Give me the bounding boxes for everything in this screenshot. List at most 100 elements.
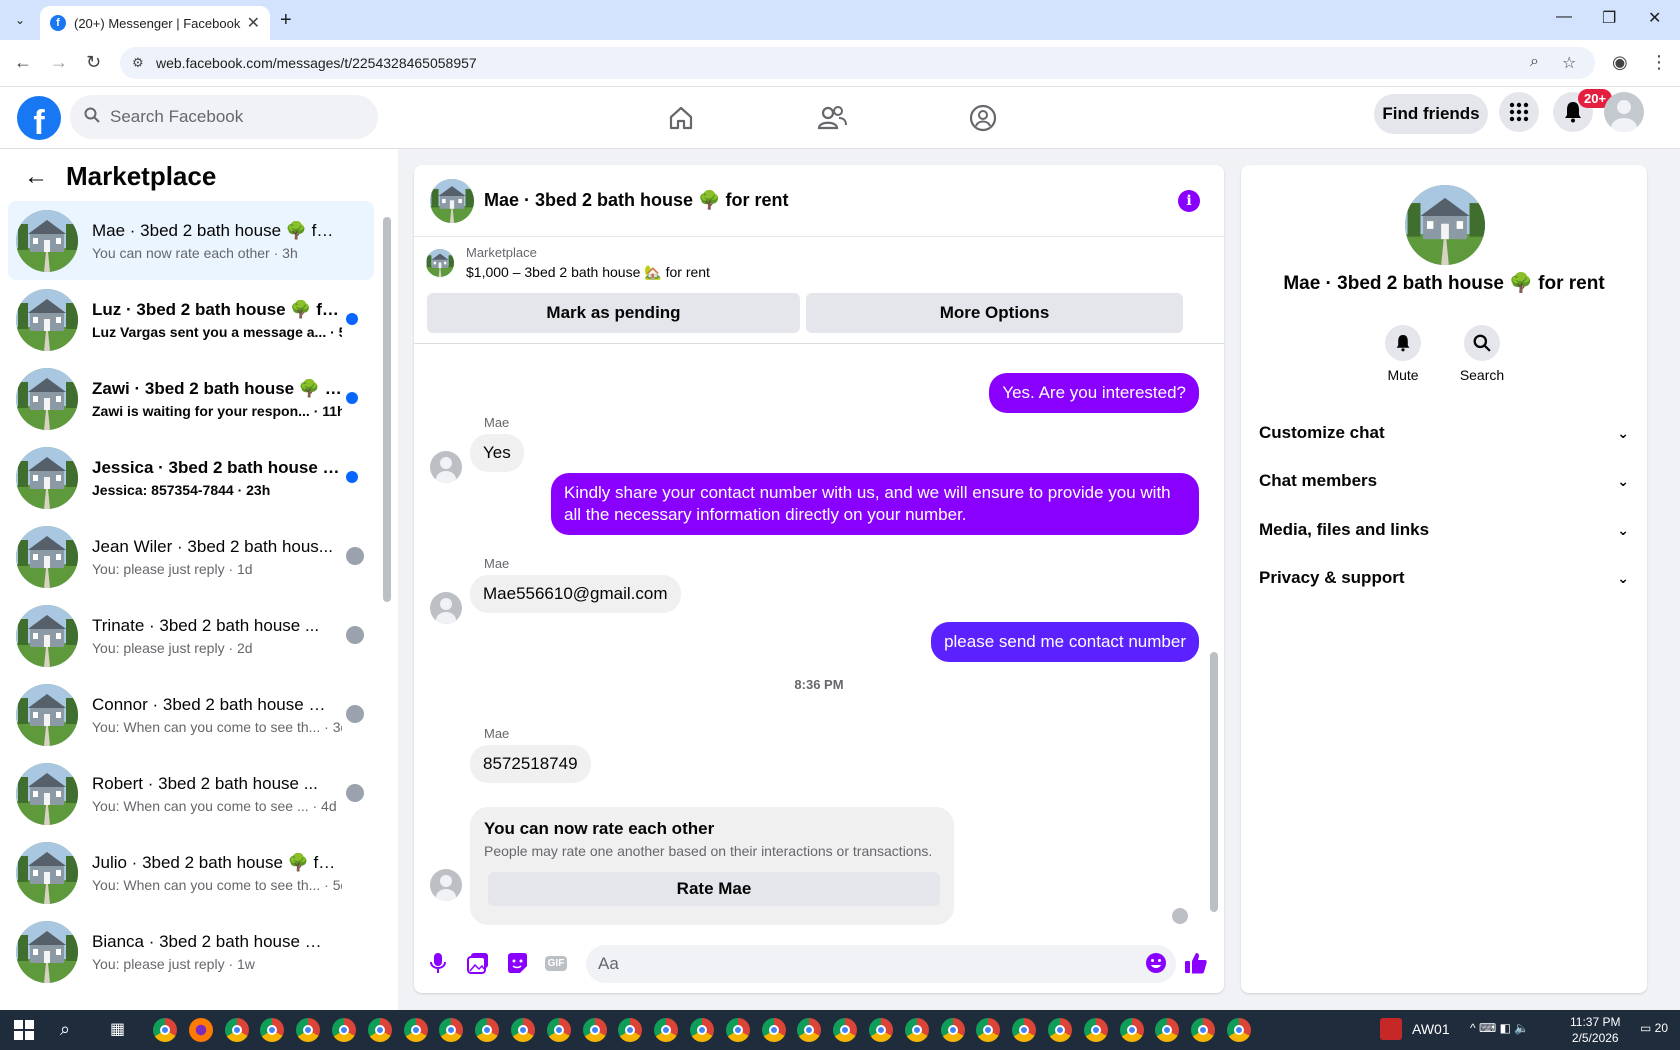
taskbar-chrome-icon[interactable]: [1191, 1018, 1216, 1042]
close-tab-icon[interactable]: ✕: [247, 13, 260, 33]
taskbar-chrome-icon[interactable]: [940, 1018, 965, 1042]
mute-button[interactable]: Mute: [1363, 325, 1443, 383]
account-avatar[interactable]: [1604, 92, 1644, 132]
back-icon[interactable]: ←: [14, 52, 32, 73]
taskbar-chrome-icon[interactable]: [296, 1018, 321, 1042]
menu-kebab-icon[interactable]: ⋮: [1650, 52, 1668, 73]
zoom-icon[interactable]: ⌕: [1530, 53, 1539, 71]
taskbar-chrome-icon[interactable]: [1155, 1018, 1180, 1042]
window-close-icon[interactable]: ✕: [1648, 8, 1661, 28]
find-friends-button[interactable]: Find friends: [1374, 94, 1488, 134]
back-arrow-icon[interactable]: ←: [24, 163, 48, 191]
url-field[interactable]: ⚙ web.facebook.com/messages/t/2254328465…: [120, 47, 1595, 79]
taskbar-chrome-icon[interactable]: [833, 1018, 858, 1042]
mae-avatar[interactable]: [430, 592, 462, 624]
conversation-item[interactable]: Connor · 3bed 2 bath house 🌳 f... You: Wh…: [8, 675, 374, 754]
sticker-icon[interactable]: [505, 951, 529, 975]
incoming-message[interactable]: 8572518749: [470, 745, 591, 783]
clock[interactable]: 11:37 PM 2/5/2026: [1570, 1014, 1620, 1046]
conversation-item[interactable]: Luz · 3bed 2 bath house 🌳 for... Luz Varg…: [8, 280, 374, 359]
privacy-support-section[interactable]: Privacy & support ⌄: [1259, 568, 1629, 588]
microphone-icon[interactable]: [426, 951, 450, 975]
minimize-icon[interactable]: —: [1556, 8, 1572, 26]
taskbar-chrome-icon[interactable]: [260, 1018, 285, 1042]
more-options-button[interactable]: More Options: [806, 293, 1183, 333]
bookmark-star-icon[interactable]: ☆: [1562, 53, 1576, 73]
listing-large-thumbnail[interactable]: [1405, 185, 1485, 265]
conversation-item[interactable]: Bianca · 3bed 2 bath house 🌳 f... You: pl…: [8, 912, 374, 991]
site-info-icon[interactable]: ⚙: [132, 55, 144, 71]
taskbar-chrome-icon[interactable]: [797, 1018, 822, 1042]
taskbar-chrome-icon[interactable]: [153, 1018, 177, 1042]
maximize-icon[interactable]: ❐: [1602, 8, 1616, 28]
listing-thumbnail[interactable]: [430, 178, 474, 223]
sidebar-scrollbar[interactable]: [383, 217, 391, 602]
taskbar-chrome-icon[interactable]: [367, 1018, 392, 1042]
conversation-item[interactable]: Jessica · 3bed 2 bath house 🌳... Jessica:…: [8, 438, 374, 517]
taskbar-chrome-icon[interactable]: [439, 1018, 464, 1042]
home-icon[interactable]: [661, 102, 701, 134]
taskbar-chrome-icon[interactable]: [546, 1018, 571, 1042]
facebook-search-input[interactable]: Search Facebook: [70, 95, 378, 139]
media-files-links-section[interactable]: Media, files and links ⌄: [1259, 520, 1629, 540]
taskbar-chrome-icon[interactable]: [618, 1018, 643, 1042]
tab-search-dropdown-icon[interactable]: ⌄: [8, 8, 32, 32]
mae-avatar[interactable]: [430, 451, 462, 483]
facebook-logo-icon[interactable]: f: [17, 96, 61, 140]
taskbar-chrome-icon[interactable]: [1227, 1018, 1251, 1042]
browser-tab[interactable]: f (20+) Messenger | Facebook ✕: [40, 6, 270, 40]
chat-members-section[interactable]: Chat members ⌄: [1259, 471, 1629, 491]
taskbar-chrome-icon[interactable]: [654, 1018, 679, 1042]
outgoing-message[interactable]: Kindly share your contact number with us…: [551, 473, 1199, 535]
reload-icon[interactable]: ↻: [86, 52, 101, 73]
chat-title[interactable]: Mae · 3bed 2 bath house 🌳 for rent: [484, 190, 788, 211]
conversation-item[interactable]: Mae · 3bed 2 bath house 🌳 for ... You can…: [8, 201, 374, 280]
gif-icon[interactable]: GIF: [544, 951, 568, 975]
taskbar-app-icon[interactable]: [1380, 1018, 1402, 1043]
taskbar-chrome-icon[interactable]: [403, 1018, 428, 1042]
taskbar-chrome-icon[interactable]: [582, 1018, 607, 1042]
thumbs-up-icon[interactable]: [1184, 951, 1208, 975]
taskbar-search-icon[interactable]: ⌕: [60, 1019, 70, 1040]
taskbar-chrome-icon[interactable]: [511, 1018, 535, 1042]
taskbar-chrome-icon[interactable]: [475, 1018, 500, 1042]
conversation-item[interactable]: Jean Wiler · 3bed 2 bath hous... You: ple…: [8, 517, 374, 596]
conversation-item[interactable]: Robert · 3bed 2 bath house ... You: When …: [8, 754, 374, 833]
taskbar-chrome-icon[interactable]: [1083, 1018, 1108, 1042]
taskbar-chrome-icon[interactable]: [224, 1018, 249, 1042]
mark-as-pending-button[interactable]: Mark as pending: [427, 293, 800, 333]
windows-start-icon[interactable]: [14, 1020, 34, 1040]
profile-icon[interactable]: ◉: [1612, 52, 1628, 73]
info-icon[interactable]: i: [1178, 190, 1200, 212]
emoji-icon[interactable]: [1144, 951, 1168, 975]
photo-icon[interactable]: [466, 951, 490, 975]
message-input[interactable]: Aa: [586, 945, 1176, 983]
taskbar-chrome-icon[interactable]: [332, 1018, 356, 1042]
customize-chat-section[interactable]: Customize chat ⌄: [1259, 423, 1629, 443]
taskbar-chrome-icon[interactable]: [690, 1018, 714, 1042]
friends-icon[interactable]: [812, 102, 852, 134]
taskbar-chrome-icon[interactable]: [869, 1018, 893, 1042]
taskbar-chrome-icon[interactable]: [1048, 1018, 1072, 1042]
taskbar-chrome-icon[interactable]: [1119, 1018, 1144, 1042]
mae-avatar[interactable]: [430, 869, 462, 901]
listing-banner[interactable]: Marketplace $1,000 – 3bed 2 bath house 🏡…: [426, 245, 710, 281]
taskbar-chrome-icon[interactable]: [725, 1018, 750, 1042]
conversation-item[interactable]: Trinate · 3bed 2 bath house ... You: plea…: [8, 596, 374, 675]
outgoing-message[interactable]: Yes. Are you interested?: [989, 373, 1199, 413]
groups-icon[interactable]: [963, 102, 1003, 134]
taskbar-chrome-icon[interactable]: [1012, 1018, 1037, 1042]
incoming-message[interactable]: Yes: [470, 434, 524, 472]
taskbar-chrome-icon[interactable]: [904, 1018, 929, 1042]
chat-scrollbar[interactable]: [1210, 652, 1218, 912]
new-tab-icon[interactable]: +: [280, 9, 292, 32]
taskbar-chrome-icon[interactable]: [976, 1018, 1001, 1042]
action-center-icon[interactable]: ▭ 20: [1640, 1021, 1668, 1035]
tray-icons[interactable]: ^ ⌨ ◧ 🔈: [1470, 1021, 1529, 1035]
taskbar-chrome-icon[interactable]: [188, 1018, 213, 1042]
conversation-item[interactable]: Julio · 3bed 2 bath house 🌳 for ... You: …: [8, 833, 374, 912]
menu-grid-icon[interactable]: [1499, 92, 1539, 132]
rate-mae-button[interactable]: Rate Mae: [488, 872, 940, 906]
conversation-item[interactable]: Zawi · 3bed 2 bath house 🌳 f... Zawi is w…: [8, 359, 374, 438]
incoming-message[interactable]: Mae556610@gmail.com: [470, 575, 681, 613]
